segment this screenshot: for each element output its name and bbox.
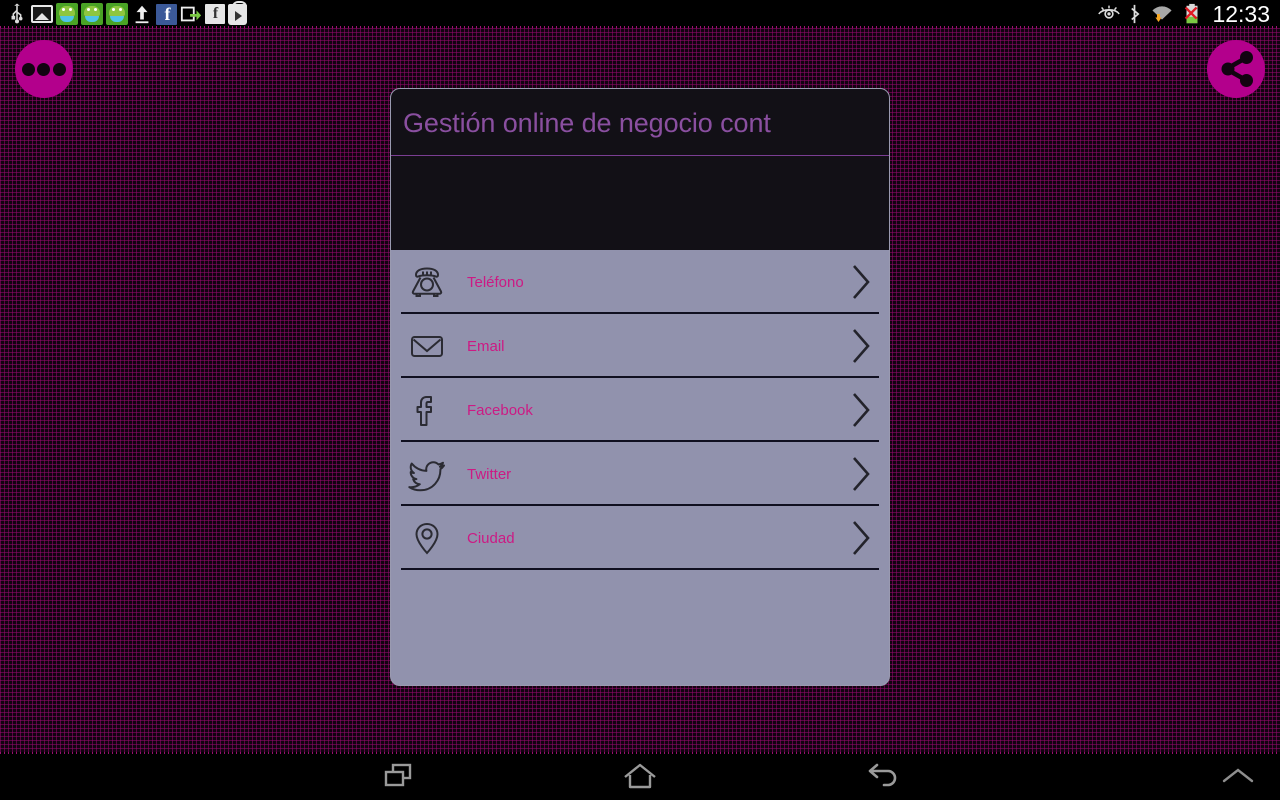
back-button[interactable]: [827, 752, 937, 800]
list-item-label: Teléfono: [467, 273, 524, 291]
card-header: Gestión online de negocio cont: [391, 89, 889, 250]
play-store-icon: [228, 0, 247, 25]
wifi-download-icon: [1150, 3, 1174, 25]
list-item[interactable]: Email: [391, 314, 889, 378]
twitter-bird-icon: [401, 451, 453, 497]
navigation-bar: [0, 752, 1280, 800]
recent-apps-button[interactable]: [345, 752, 455, 800]
chevron-right-icon[interactable]: [843, 454, 879, 494]
chevron-right-icon[interactable]: [843, 518, 879, 558]
app-notification-icon-3: [106, 3, 128, 25]
page-title: Gestión online de negocio cont: [403, 108, 771, 138]
usb-icon: [6, 3, 28, 25]
title-divider: [391, 155, 889, 156]
android-screen: f f 12:33 Gestión online de negocio cont…: [0, 0, 1280, 800]
status-bar-clock: 12:33: [1212, 0, 1270, 27]
phone-icon: [401, 259, 453, 305]
battery-disconnected-icon: [1183, 3, 1201, 25]
chevron-up-icon: [1222, 768, 1254, 783]
menu-dot-2: [37, 63, 50, 76]
app-notification-icon-1: [56, 3, 78, 25]
bluetooth-icon: [1128, 3, 1141, 25]
chevron-right-icon[interactable]: [843, 390, 879, 430]
chevron-right-icon[interactable]: [843, 262, 879, 302]
status-bar-notifications[interactable]: f f: [0, 0, 247, 25]
chevron-right-icon[interactable]: [843, 326, 879, 366]
list-item-label: Facebook: [467, 401, 533, 419]
status-bar[interactable]: f f 12:33: [0, 0, 1280, 28]
upload-icon: [131, 3, 153, 25]
list-item[interactable]: Ciudad: [391, 506, 889, 570]
list-separator: [401, 568, 879, 570]
map-pin-icon: [401, 515, 453, 561]
expand-navbar-button[interactable]: [1198, 752, 1278, 800]
app-notification-icon-2: [81, 3, 103, 25]
list-item-label: Email: [467, 337, 505, 355]
recent-apps-icon: [384, 763, 412, 787]
home-icon: [624, 763, 656, 789]
facebook-icon: [401, 387, 453, 433]
home-button[interactable]: [585, 752, 695, 800]
share-export-icon: [180, 3, 202, 25]
share-icon: [1221, 51, 1253, 87]
overflow-menu-button[interactable]: [15, 40, 73, 98]
facebook-blue-icon: f: [156, 3, 177, 25]
list-item-label: Ciudad: [467, 529, 515, 547]
list-item[interactable]: Facebook: [391, 378, 889, 442]
contact-card: Gestión online de negocio cont Teléfono …: [390, 88, 890, 686]
status-bar-divider: [0, 26, 1280, 28]
list-item[interactable]: Twitter: [391, 442, 889, 506]
list-item-label: Twitter: [467, 465, 512, 483]
list-item[interactable]: Teléfono: [391, 250, 889, 314]
status-bar-system-icons[interactable]: 12:33: [1097, 1, 1280, 28]
share-button[interactable]: [1207, 40, 1265, 98]
contact-list: Teléfono Email Facebook Twitter Ciudad: [391, 250, 889, 570]
gallery-icon: [31, 5, 53, 23]
envelope-icon: [401, 323, 453, 369]
smart-stay-eye-icon: [1097, 3, 1121, 25]
menu-dot-1: [22, 63, 35, 76]
back-arrow-icon: [868, 763, 897, 787]
facebook-white-icon: f: [205, 4, 225, 24]
menu-dot-3: [53, 63, 66, 76]
